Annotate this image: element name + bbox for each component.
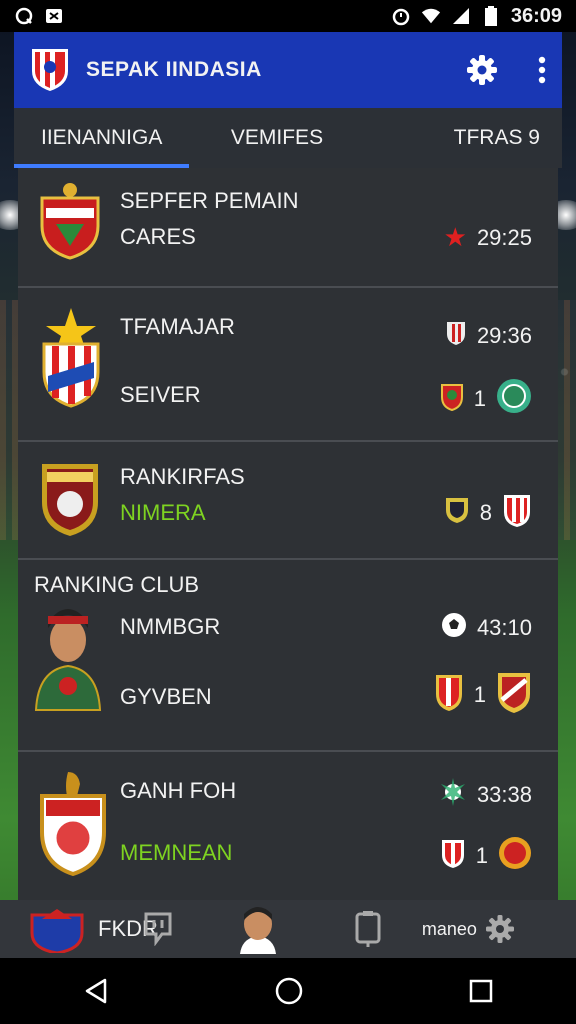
cell-icon [451,6,471,26]
list-item[interactable]: RANKING CLUB NMMBGR GYVBEN 43:10 1 [18,560,558,752]
club-badge-icon [445,320,467,352]
app-logo-icon [30,47,70,93]
status-time: 36:09 [510,4,562,27]
overflow-menu-icon[interactable] [538,56,546,84]
stat-value: 29:25 [476,224,532,250]
club-subtitle: GYVBEN [120,684,212,709]
ball-badge-icon [439,778,467,812]
tab-label: VEMIFES [230,126,324,149]
club-badge-icon [444,496,470,530]
profile-avatar[interactable] [238,904,278,954]
home-icon[interactable] [275,977,303,1005]
star-icon: ★ [443,222,467,252]
app-title: SEPAK IINDASIA [86,58,262,81]
club-badge-icon [440,381,464,417]
club-name: NMMBGR [120,614,221,639]
club-crest-icon [38,306,104,415]
stat-value: 1 [475,843,488,868]
club-badge-icon [496,670,532,720]
tab-bar: IIENANNIGA VEMIFES TFRAS 9 [14,108,562,168]
club-subtitle: MEMNEAN [120,840,233,865]
bottom-nav: FKDR maneo [0,900,576,958]
club-badge-icon [440,837,466,875]
back-icon[interactable] [83,977,109,1005]
app-bar: SEPAK IINDASIA [14,32,562,108]
avatar [32,600,104,723]
home-crest-icon[interactable] [28,905,86,953]
club-crest-icon [38,770,108,881]
stat-value: 29:36 [476,323,532,348]
recents-icon[interactable] [469,979,493,1003]
club-crest-icon [38,180,102,265]
stat-value: 43:10 [476,615,532,640]
list-item[interactable]: SEPFER PEMAIN CARES ★ 29:25 [18,168,558,288]
club-badge-icon [498,836,532,876]
club-badge-icon [434,672,464,718]
settings-gear-icon[interactable] [485,914,515,944]
section-header: RANKING CLUB [34,572,200,597]
tab-label: IIENANNIGA [40,126,163,149]
settings-gear-icon[interactable] [466,54,498,86]
stat-value: 1 [473,386,486,411]
chat-icon[interactable] [142,912,174,946]
stat-value: 33:38 [476,782,532,807]
cast-icon [44,6,64,26]
club-name: RANKIRFAS [120,464,245,489]
club-subtitle: SEIVER [120,382,201,407]
alarm-icon [391,6,411,26]
club-badge-icon [496,378,532,420]
club-subtitle: CARES [120,224,196,249]
tab-matches[interactable]: VEMIFES [189,108,364,168]
list-item[interactable]: TFAMAJAR SEIVER 29:36 1 [18,288,558,442]
club-name: TFAMAJAR [120,314,235,339]
club-crest-icon [38,460,102,545]
list-item[interactable]: RANKIRFAS NIMERA 8 [18,442,558,560]
tab-label: TFRAS 9 [453,126,540,149]
soccer-ball-icon [441,612,467,644]
signal-q-icon [14,6,34,26]
system-nav-bar [0,958,576,1024]
tab-rankings[interactable]: IIENANNIGA [14,108,190,168]
nav-label: maneo [421,918,477,939]
club-badge-icon [502,492,532,534]
list-item[interactable]: GANH FOH MEMNEAN 33:38 1 [18,752,558,902]
stat-value: 8 [479,500,492,525]
tab-transfers[interactable]: TFRAS 9 [365,108,562,168]
stat-value: 1 [473,682,486,707]
club-name: SEPFER PEMAIN [120,188,299,213]
wifi-icon [421,6,441,26]
phone-icon[interactable] [354,911,382,947]
club-subtitle: NIMERA [120,500,206,525]
club-list: SEPFER PEMAIN CARES ★ 29:25 TFAMAJAR SEI… [18,168,558,902]
status-bar: 36:09 [0,0,576,32]
club-name: GANH FOH [120,778,237,803]
battery-icon [481,6,501,26]
